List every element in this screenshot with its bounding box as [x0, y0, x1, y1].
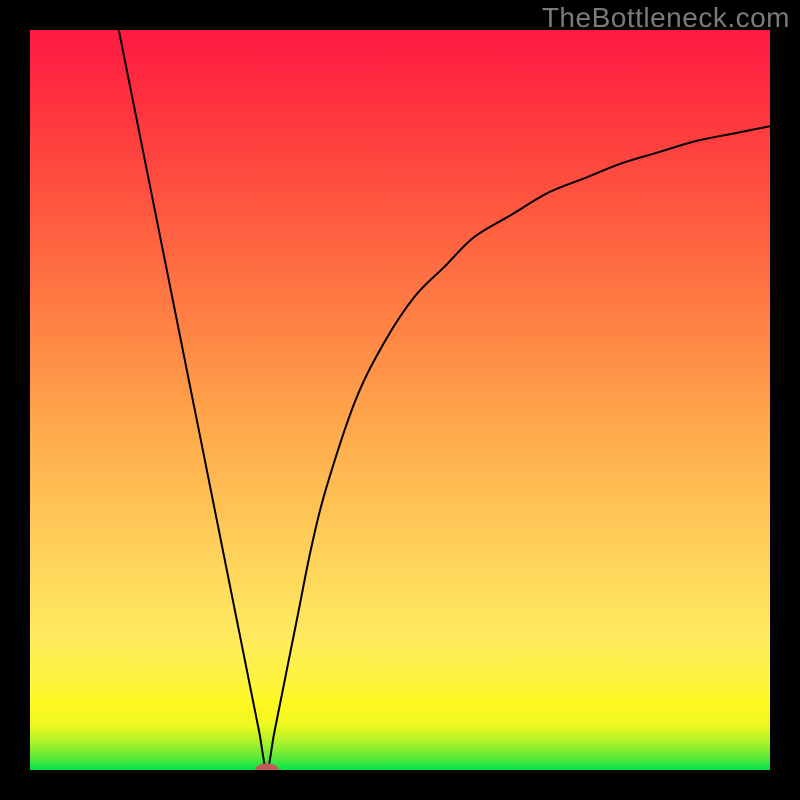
bottleneck-chart: [30, 30, 770, 770]
chart-frame: TheBottleneck.com: [0, 0, 800, 800]
